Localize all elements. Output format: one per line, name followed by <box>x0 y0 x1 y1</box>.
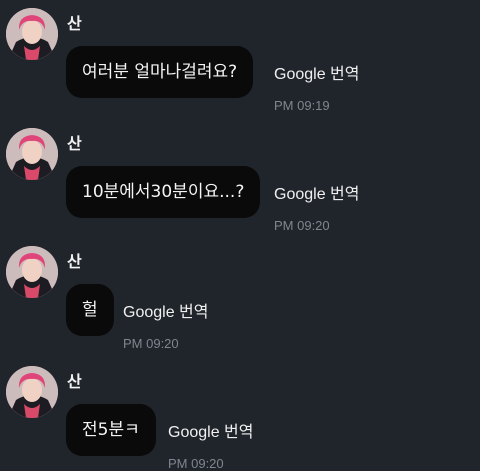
message-bubble[interactable]: 여러분 얼마나걸려요? <box>66 46 254 98</box>
message-timestamp: PM 09:20 <box>123 336 179 351</box>
google-translate-link[interactable]: Google 번역 <box>274 60 359 84</box>
avatar[interactable] <box>6 366 58 418</box>
message-bubble[interactable]: 헐 <box>66 284 114 336</box>
sender-name: 산 <box>67 252 82 271</box>
profile-photo-icon <box>6 128 58 180</box>
profile-photo-icon <box>6 8 58 60</box>
message-timestamp: PM 09:19 <box>274 98 330 113</box>
message-bubble[interactable]: 전5분ㅋ <box>66 404 156 456</box>
message-bubble[interactable]: 10분에서30분이요...? <box>66 166 261 218</box>
google-translate-link[interactable]: Google 번역 <box>123 298 208 322</box>
avatar[interactable] <box>6 8 58 60</box>
sender-name: 산 <box>67 14 82 33</box>
google-translate-link[interactable]: Google 번역 <box>274 180 359 204</box>
profile-photo-icon <box>6 366 58 418</box>
google-translate-link[interactable]: Google 번역 <box>168 418 253 442</box>
avatar[interactable] <box>6 128 58 180</box>
message-timestamp: PM 09:20 <box>168 456 224 471</box>
chat-thread: 산 여러분 얼마나걸려요? Google 번역 PM 09:19 산 10분에서… <box>0 0 480 471</box>
message-timestamp: PM 09:20 <box>274 218 330 233</box>
profile-photo-icon <box>6 246 58 298</box>
sender-name: 산 <box>67 134 82 153</box>
avatar[interactable] <box>6 246 58 298</box>
sender-name: 산 <box>67 372 82 391</box>
